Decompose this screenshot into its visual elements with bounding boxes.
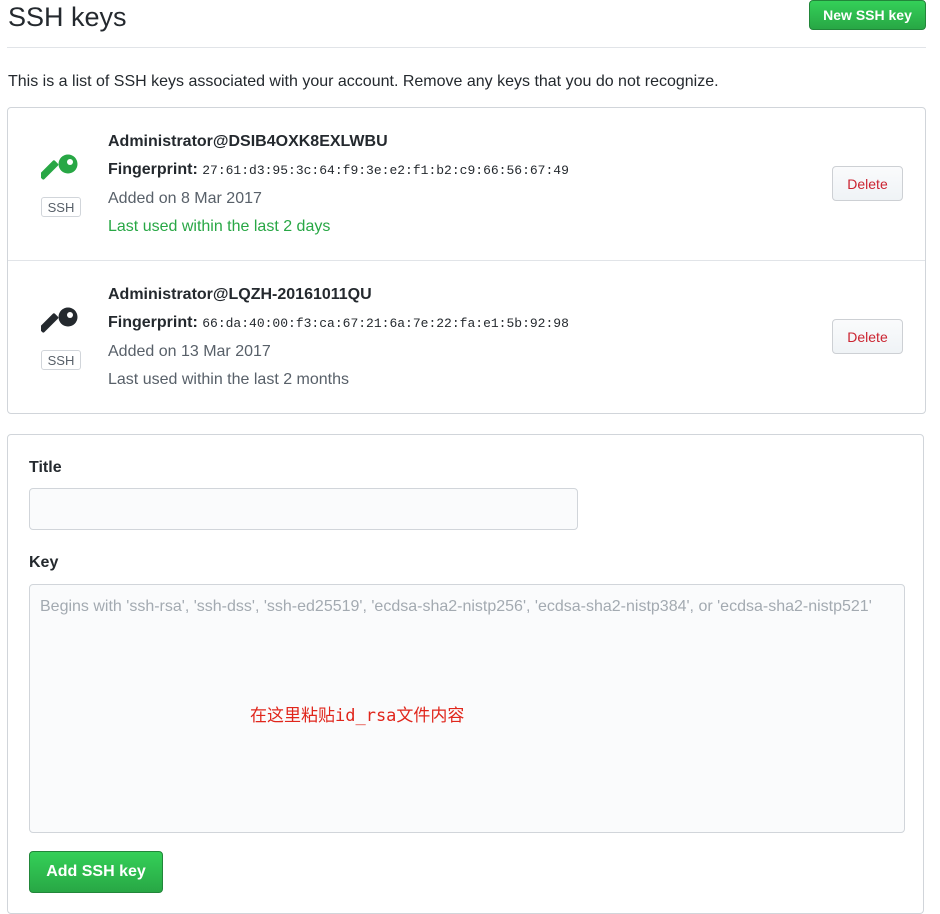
key-info: Administrator@LQZH-20161011QU Fingerprin… xyxy=(108,281,569,394)
add-key-form: Title Key Add SSH key xyxy=(7,434,924,914)
paste-annotation: 在这里粘贴id_rsa文件内容 xyxy=(250,706,465,726)
fingerprint-label: Fingerprint: xyxy=(108,161,198,178)
intro-text: This is a list of SSH keys associated wi… xyxy=(8,73,719,90)
added-date: Added on 13 Mar 2017 xyxy=(108,343,271,360)
key-info: Administrator@DSIB4OXK8EXLWBU Fingerprin… xyxy=(108,128,569,241)
key-title: Administrator@LQZH-20161011QU xyxy=(108,286,372,303)
title-input[interactable] xyxy=(29,488,578,530)
ssh-key-row: SSH Administrator@LQZH-20161011QU Finger… xyxy=(8,260,925,413)
title-label: Title xyxy=(29,459,62,476)
ssh-key-row: SSH Administrator@DSIB4OXK8EXLWBU Finger… xyxy=(8,108,925,260)
key-icon xyxy=(41,307,78,333)
delete-key-button[interactable]: Delete xyxy=(832,166,903,201)
key-textarea[interactable] xyxy=(29,584,905,833)
added-date: Added on 8 Mar 2017 xyxy=(108,190,262,207)
last-used: Last used within the last 2 months xyxy=(108,371,350,388)
key-title: Administrator@DSIB4OXK8EXLWBU xyxy=(108,133,388,150)
add-ssh-key-button[interactable]: Add SSH key xyxy=(29,851,163,893)
fingerprint-label: Fingerprint: xyxy=(108,314,198,331)
delete-key-button[interactable]: Delete xyxy=(832,319,903,354)
fingerprint-value: 27:61:d3:95:3c:64:f9:3e:e2:f1:b2:c9:66:5… xyxy=(202,163,569,178)
page-header: SSH keys New SSH key xyxy=(7,0,926,48)
fingerprint-value: 66:da:40:00:f3:ca:67:21:6a:7e:22:fa:e1:5… xyxy=(202,316,569,331)
new-ssh-key-button[interactable]: New SSH key xyxy=(809,0,926,30)
key-icon xyxy=(41,154,78,180)
ssh-key-list: SSH Administrator@DSIB4OXK8EXLWBU Finger… xyxy=(7,107,926,414)
key-label: Key xyxy=(29,554,59,571)
last-used: Last used within the last 2 days xyxy=(108,218,331,235)
ssh-badge: SSH xyxy=(41,197,81,217)
ssh-badge: SSH xyxy=(41,350,81,370)
page-title: SSH keys xyxy=(8,2,127,32)
